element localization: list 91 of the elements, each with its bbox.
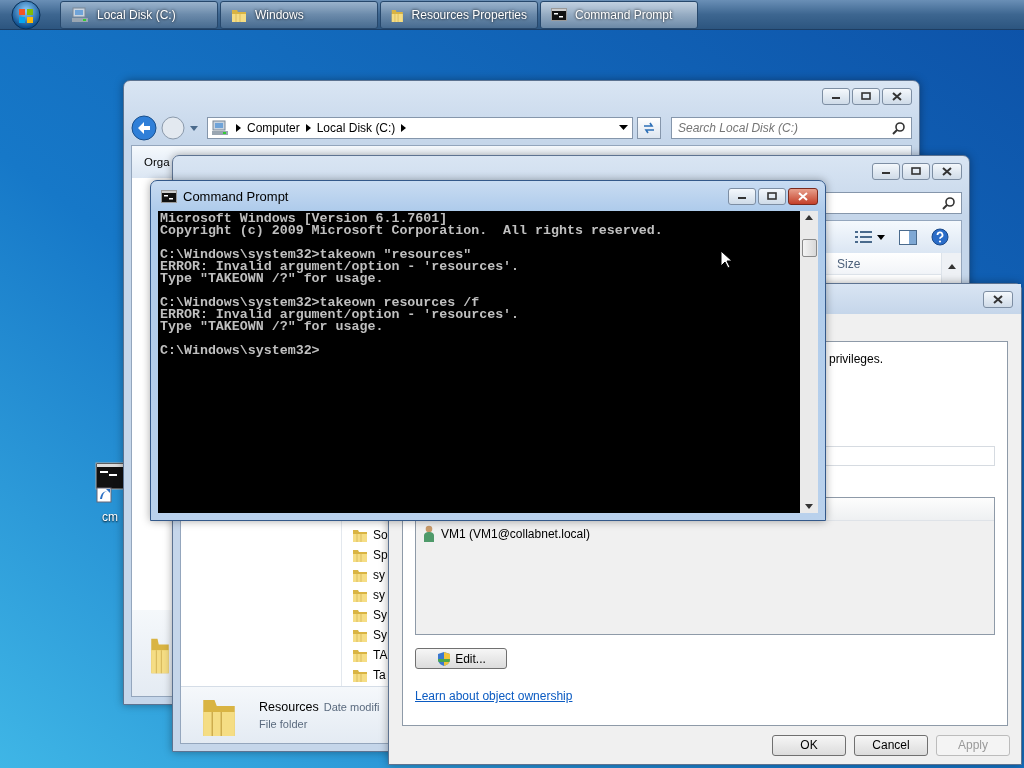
file-name[interactable]: So: [373, 528, 388, 542]
view-button[interactable]: [855, 230, 885, 244]
back-button[interactable]: [131, 115, 157, 141]
chevron-icon: [305, 124, 311, 132]
taskbar-button[interactable]: Local Disk (C:): [60, 0, 218, 29]
chevron-icon: [236, 124, 241, 132]
folder-icon: [352, 647, 368, 663]
list-view-icon: [855, 230, 873, 244]
mouse-cursor-icon: [720, 250, 732, 269]
column-header[interactable]: Size: [837, 256, 861, 271]
maximize-icon: [861, 92, 871, 100]
drive-icon: [71, 6, 89, 23]
breadcrumb-item[interactable]: Computer: [247, 121, 300, 135]
close-icon: [993, 294, 1003, 304]
help-button[interactable]: [931, 228, 949, 246]
dialog-button[interactable]: OK: [772, 734, 846, 756]
folder-icon: [352, 547, 368, 563]
folder-icon: [352, 607, 368, 623]
edit-button[interactable]: Edit...: [415, 648, 507, 669]
file-name[interactable]: sy: [373, 568, 385, 582]
breadcrumb-item[interactable]: Local Disk (C:): [316, 121, 396, 135]
scroll-down-button[interactable]: [805, 504, 813, 509]
taskbar-button[interactable]: Windows: [220, 0, 378, 29]
folder-icon: [352, 567, 368, 583]
chevron-icon: [401, 124, 407, 132]
file-name[interactable]: TA: [373, 648, 388, 662]
dialog-button[interactable]: Cancel: [854, 734, 928, 756]
item-type: File folder: [259, 718, 309, 730]
file-name[interactable]: Sy: [373, 608, 387, 622]
field-label: Date modifi: [323, 701, 380, 713]
shortcut-icon: [95, 462, 125, 506]
refresh-icon: [642, 121, 656, 135]
circle-icon: [161, 116, 185, 140]
maximize-button[interactable]: [852, 87, 880, 105]
close-button[interactable]: [882, 87, 912, 105]
minimize-button[interactable]: [872, 162, 900, 180]
item-name: Resources: [259, 700, 319, 714]
close-icon: [798, 191, 808, 201]
file-name[interactable]: Sy: [373, 628, 387, 642]
maximize-button[interactable]: [902, 162, 930, 180]
folder-icon: [352, 527, 368, 543]
search-icon: [892, 121, 906, 135]
minimize-button[interactable]: [822, 87, 850, 105]
console-line: C:\Windows\system32>: [160, 345, 320, 357]
icon-label: cm: [102, 510, 118, 524]
console-line: ERROR: Invalid argument/option - 'resources'.: [160, 309, 520, 321]
maximize-icon: [911, 167, 921, 175]
close-button[interactable]: [788, 187, 818, 205]
caret-icon: [619, 125, 628, 131]
maximize-button[interactable]: [758, 187, 786, 205]
console-icon: [161, 189, 177, 203]
ownership-link[interactable]: Learn about object ownership: [415, 689, 573, 703]
folder-icon: [352, 587, 368, 603]
close-icon: [942, 166, 952, 176]
close-button[interactable]: [932, 162, 962, 180]
computer-icon: [212, 120, 230, 136]
owner-name[interactable]: VM1 (VM1@collabnet.local): [441, 527, 590, 541]
maximize-icon: [767, 192, 777, 200]
file-name[interactable]: Ta: [373, 668, 386, 682]
window-title: Command Prompt: [183, 188, 289, 204]
close-button[interactable]: [983, 290, 1013, 308]
address-bar[interactable]: Computer Local Disk (C:): [207, 117, 633, 139]
refresh-button[interactable]: [637, 117, 661, 139]
console-line: C:\Windows\system32>takeown "resources": [160, 249, 472, 261]
console-line: Type "TAKEOWN /?" for usage.: [160, 321, 384, 333]
description-text: privileges.: [829, 352, 884, 366]
console-line: Copyright (c) 2009 Microsoft Corporation. All rights reserved.: [160, 225, 663, 237]
scrollbar-thumb[interactable]: [801, 239, 817, 257]
console-line: Microsoft Windows [Version 6.1.7601]: [160, 213, 448, 225]
console-line: Type "TAKEOWN /?" for usage.: [160, 273, 384, 285]
console-line: C:\Windows\system32>takeown resources /f: [160, 297, 480, 309]
caret-icon: [189, 124, 199, 132]
console-icon: [551, 8, 567, 21]
folder-icon: [352, 627, 368, 643]
folder-icon: [352, 667, 368, 683]
preview-pane-button[interactable]: [899, 229, 917, 245]
minimize-button[interactable]: [728, 187, 756, 205]
search-field[interactable]: Search Local Disk (C:): [671, 117, 912, 139]
close-icon: [892, 91, 902, 101]
user-icon: [423, 525, 435, 543]
search-icon: [942, 196, 956, 210]
scroll-up-button[interactable]: [805, 215, 813, 220]
shield-icon: [436, 650, 453, 667]
file-name[interactable]: Sp: [373, 548, 388, 562]
search-field[interactable]: [826, 192, 962, 214]
console-line: ERROR: Invalid argument/option - 'resources'.: [160, 261, 520, 273]
caret-icon: [877, 234, 885, 240]
taskbar-button[interactable]: Resources Properties: [380, 0, 538, 29]
file-name[interactable]: sy: [373, 588, 385, 602]
input-field[interactable]: [824, 446, 995, 466]
toolbar-button[interactable]: Orga: [144, 156, 170, 168]
